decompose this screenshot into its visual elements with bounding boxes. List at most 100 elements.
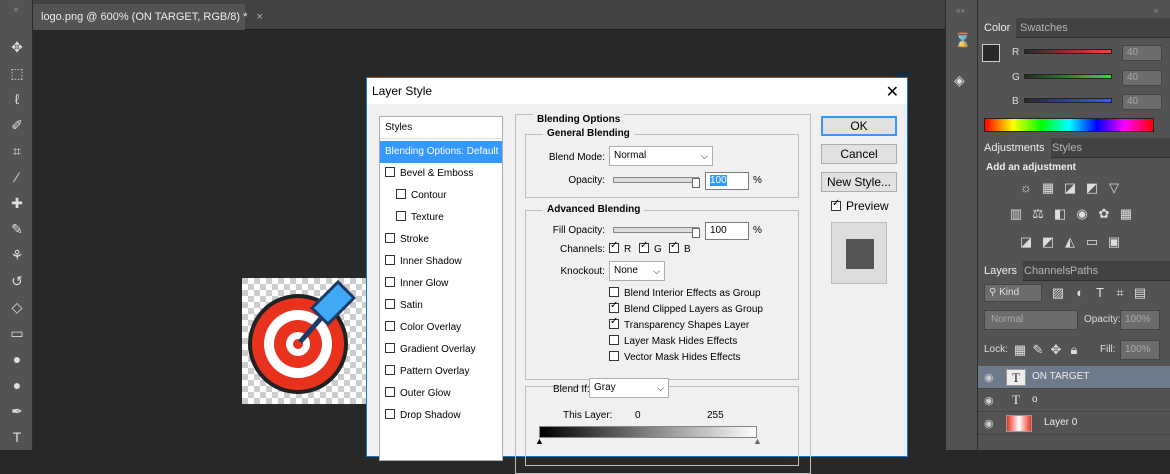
pen-tool-icon[interactable]: ✒ [6,400,28,422]
lock-position-icon[interactable]: ✥ [1048,342,1064,358]
collapse-right-grip-icon[interactable]: » [1154,6,1158,15]
channel-r-checkbox[interactable]: R [609,240,631,255]
blend-mode-select[interactable]: Normal ⌵ [609,146,713,166]
brightness-contrast-icon[interactable]: ☼ [1018,180,1034,196]
vector-mask-hides-checkbox[interactable]: Vector Mask Hides Effects [609,351,741,363]
green-value-field[interactable]: 40 [1122,70,1162,86]
layer-opacity-field[interactable]: 100% [1120,310,1160,330]
collapse-grip-icon[interactable]: «» [956,6,965,15]
brush-tool-icon[interactable]: ✎ [6,218,28,240]
cancel-button[interactable]: Cancel [821,144,897,164]
foreground-color-swatch[interactable] [982,44,1000,62]
channel-mixer-icon[interactable]: ✿ [1096,206,1112,222]
hue-saturation-icon[interactable]: ▥ [1008,206,1024,222]
red-slider[interactable] [1024,49,1112,54]
this-layer-white-handle[interactable]: ▲ [753,436,762,446]
black-white-icon[interactable]: ◧ [1052,206,1068,222]
close-dialog-icon[interactable]: ✕ [886,80,899,106]
history-panel-icon[interactable]: ⌛ [954,32,971,49]
move-tool-icon[interactable]: ✥ [6,36,28,58]
checkbox-icon[interactable] [669,240,679,253]
knockout-select[interactable]: None ⌵ [609,261,665,281]
filter-adjustment-icon[interactable]: ◐ [1072,285,1088,301]
blur-tool-icon[interactable]: ● [6,348,28,370]
checkbox-icon[interactable] [385,299,395,309]
tab-styles[interactable]: Styles [1046,138,1088,158]
channel-g-checkbox[interactable]: G [639,240,662,255]
marquee-tool-icon[interactable]: ⬚ [6,62,28,84]
layer-row[interactable]: ◉ Layer 0 [978,412,1170,435]
document-tab[interactable]: logo.png @ 600% (ON TARGET, RGB/8) * × [33,4,263,30]
checkbox-icon[interactable] [385,255,395,265]
new-style-button[interactable]: New Style... [821,172,897,192]
clone-stamp-tool-icon[interactable]: ⚘ [6,244,28,266]
style-item[interactable]: Texture [380,207,502,229]
posterize-icon[interactable]: ◩ [1040,234,1056,250]
lock-all-icon[interactable]: 🔒︎ [1066,342,1082,358]
opacity-slider-knob[interactable] [692,178,700,188]
style-item[interactable]: Bevel & Emboss [380,163,502,185]
opacity-slider[interactable] [613,177,700,188]
checkbox-icon[interactable] [385,365,395,375]
eraser-tool-icon[interactable]: ◇ [6,296,28,318]
checkbox-icon[interactable] [396,189,406,199]
layer-filter-select[interactable]: ⚲ Kind [984,284,1042,302]
tab-swatches[interactable]: Swatches [1014,18,1074,38]
checkbox-icon[interactable] [385,409,395,419]
blend-clipped-checkbox[interactable]: Blend Clipped Layers as Group [609,300,763,315]
tab-paths[interactable]: Paths [1064,261,1104,281]
type-tool-icon[interactable]: T [6,426,28,448]
crop-tool-icon[interactable]: ⌗ [6,140,28,162]
vibrance-icon[interactable]: ▽ [1106,180,1122,196]
checkbox-icon[interactable] [609,240,619,253]
exposure-icon[interactable]: ◩ [1084,180,1100,196]
dodge-tool-icon[interactable]: ● [6,374,28,396]
visibility-eye-icon[interactable]: ◉ [984,394,994,407]
opacity-input[interactable]: 100 [705,172,749,190]
lock-transparent-icon[interactable]: ▦ [1012,342,1028,358]
style-item[interactable]: Pattern Overlay [380,361,502,383]
checkbox-icon[interactable] [385,277,395,287]
style-item[interactable]: Drop Shadow [380,405,502,427]
style-item[interactable]: Gradient Overlay [380,339,502,361]
style-item[interactable]: Stroke [380,229,502,251]
visibility-eye-icon[interactable]: ◉ [984,417,994,430]
close-document-icon[interactable]: × [256,11,262,23]
photo-filter-icon[interactable]: ◉ [1074,206,1090,222]
visibility-eye-icon[interactable]: ◉ [984,371,994,384]
transparency-shapes-checkbox[interactable]: Transparency Shapes Layer [609,316,749,331]
lasso-tool-icon[interactable]: ℓ [6,88,28,110]
color-spectrum-ramp[interactable] [984,118,1154,132]
curves-icon[interactable]: ◪ [1062,180,1078,196]
checkbox-icon[interactable] [639,240,649,253]
checkbox-icon[interactable] [609,351,619,361]
blend-if-select[interactable]: Gray ⌵ [589,378,669,398]
eyedropper-tool-icon[interactable]: ⁄ [6,166,28,188]
style-item[interactable]: Satin [380,295,502,317]
checkbox-icon[interactable] [609,316,619,329]
this-layer-black-handle[interactable]: ▲ [535,436,544,446]
checkbox-icon[interactable] [385,321,395,331]
gradient-map-icon[interactable]: ▭ [1084,234,1100,250]
style-item[interactable]: Inner Shadow [380,251,502,273]
styles-header[interactable]: Styles [380,117,502,139]
red-value-field[interactable]: 40 [1122,45,1162,61]
blue-slider[interactable] [1024,98,1112,103]
blue-value-field[interactable]: 40 [1122,94,1162,110]
levels-icon[interactable]: ▦ [1040,180,1056,196]
layer-fill-field[interactable]: 100% [1120,340,1160,360]
checkbox-icon[interactable] [609,300,619,313]
color-balance-icon[interactable]: ⚖ [1030,206,1046,222]
checkbox-icon[interactable] [385,233,395,243]
style-item[interactable]: Color Overlay [380,317,502,339]
checkbox-icon[interactable] [396,211,406,221]
style-item[interactable]: Blending Options: Default [380,141,502,163]
quick-select-tool-icon[interactable]: ✐ [6,114,28,136]
preview-checkbox[interactable]: Preview [831,198,889,213]
style-item[interactable]: Outer Glow [380,383,502,405]
filter-smart-object-icon[interactable]: ▤ [1132,285,1148,301]
threshold-icon[interactable]: ◭ [1062,234,1078,250]
checkbox-icon[interactable] [609,335,619,345]
panel-grip-icon[interactable]: » [4,4,28,14]
lock-image-icon[interactable]: ✎ [1030,342,1046,358]
